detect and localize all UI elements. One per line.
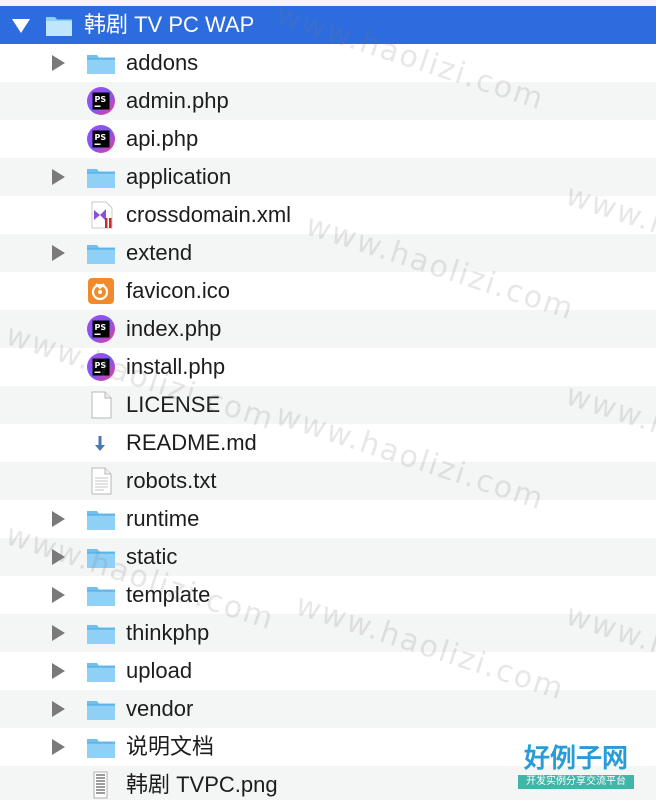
brand-title: 好例子网: [523, 744, 628, 774]
item-name: extend: [126, 240, 193, 265]
folder-icon: [87, 511, 115, 530]
file-row[interactable]: favicon.ico: [0, 272, 656, 310]
folder-icon: [87, 663, 115, 682]
folder-row[interactable]: runtime: [0, 500, 656, 538]
item-name: upload: [126, 658, 193, 683]
item-name: crossdomain.xml: [126, 202, 292, 227]
item-name: index.php: [126, 316, 222, 341]
file-row[interactable]: README.md: [0, 424, 656, 462]
disclosure-triangle-closed-icon[interactable]: [52, 245, 65, 261]
markdown-download-icon: [95, 436, 105, 451]
folder-icon: [87, 587, 115, 606]
item-name: api.php: [126, 126, 199, 151]
folder-name: 韩剧 TV PC WAP: [84, 12, 255, 37]
file-row[interactable]: PS api.php: [0, 120, 656, 158]
item-name: install.php: [126, 354, 226, 379]
item-name: application: [126, 164, 232, 189]
disclosure-triangle-closed-icon[interactable]: [52, 55, 65, 71]
finder-list-view: 韩剧 TV PC WAP addons PS admin.php PS api.php a…: [0, 0, 656, 800]
file-row[interactable]: crossdomain.xml: [0, 196, 656, 234]
folder-row[interactable]: upload: [0, 652, 656, 690]
phpstorm-file-icon: PS: [87, 353, 115, 381]
file-row[interactable]: PS install.php: [0, 348, 656, 386]
text-document-icon: [91, 467, 112, 495]
item-name: LICENSE: [126, 392, 221, 417]
disclosure-triangle-closed-icon[interactable]: [52, 511, 65, 527]
disclosure-triangle-closed-icon[interactable]: [52, 587, 65, 603]
disclosure-triangle-closed-icon[interactable]: [52, 739, 65, 755]
selected-folder-row[interactable]: 韩剧 TV PC WAP: [0, 6, 656, 44]
item-name: runtime: [126, 506, 200, 531]
folder-row[interactable]: static: [0, 538, 656, 576]
item-name: 说明文档: [126, 734, 215, 759]
folder-icon: [87, 55, 115, 74]
folder-icon: [87, 701, 115, 720]
file-row[interactable]: robots.txt: [0, 462, 656, 500]
disclosure-triangle-closed-icon[interactable]: [52, 701, 65, 717]
blank-document-icon: [91, 391, 112, 419]
item-name: admin.php: [126, 88, 229, 113]
item-name: 韩剧 TVPC.png: [126, 772, 278, 797]
disclosure-triangle-closed-icon[interactable]: [52, 663, 65, 679]
phpstorm-file-icon: PS: [87, 87, 115, 115]
svg-text:PS: PS: [95, 95, 107, 104]
folder-row[interactable]: application: [0, 158, 656, 196]
disclosure-triangle-closed-icon[interactable]: [52, 549, 65, 565]
file-row[interactable]: PS admin.php: [0, 82, 656, 120]
brand-logo: 好例子网 开发实例分享交流平台: [518, 744, 634, 792]
phpstorm-file-icon: PS: [87, 125, 115, 153]
item-name: addons: [126, 50, 199, 75]
disclosure-triangle-closed-icon[interactable]: [52, 169, 65, 185]
folder-icon: [46, 17, 72, 36]
item-name: vendor: [126, 696, 194, 721]
folder-row[interactable]: thinkphp: [0, 614, 656, 652]
disclosure-triangle-closed-icon[interactable]: [52, 625, 65, 641]
svg-text:PS: PS: [95, 133, 107, 142]
folder-icon: [87, 625, 115, 644]
item-name: favicon.ico: [126, 278, 230, 303]
item-name: thinkphp: [126, 620, 210, 645]
item-name: static: [126, 544, 178, 569]
item-name: robots.txt: [126, 468, 217, 493]
image-thumbnail-icon: [93, 771, 108, 799]
svg-text:PS: PS: [95, 323, 107, 332]
file-row[interactable]: PS index.php: [0, 310, 656, 348]
brand-subtitle: 开发实例分享交流平台: [518, 775, 634, 789]
folder-icon: [87, 549, 115, 568]
item-name: README.md: [126, 430, 257, 455]
folder-row[interactable]: vendor: [0, 690, 656, 728]
folder-icon: [87, 169, 115, 188]
svg-text:PS: PS: [95, 361, 107, 370]
folder-row[interactable]: addons: [0, 44, 656, 82]
folder-icon: [87, 245, 115, 264]
phpstorm-file-icon: PS: [87, 315, 115, 343]
folder-row[interactable]: template: [0, 576, 656, 614]
favicon-image-icon: [88, 278, 114, 304]
file-row[interactable]: LICENSE: [0, 386, 656, 424]
item-name: template: [126, 582, 211, 607]
folder-icon: [87, 739, 115, 758]
disclosure-triangle-open-icon[interactable]: [12, 19, 30, 33]
folder-row[interactable]: extend: [0, 234, 656, 272]
visual-studio-xml-icon: [91, 201, 113, 229]
